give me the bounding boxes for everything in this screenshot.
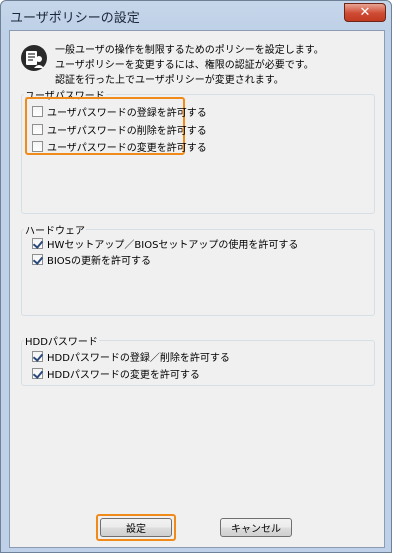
checkbox-label: BIOSの更新を許可する — [47, 256, 152, 267]
checkbox-label: HDDパスワードの変更を許可する — [47, 370, 200, 381]
close-icon: ✕ — [359, 5, 371, 20]
checkbox-allow-hw-bios-setup[interactable] — [32, 238, 43, 249]
checkbox-label: ユーザパスワードの登録を許可する — [47, 108, 207, 119]
close-button[interactable]: ✕ — [344, 3, 386, 22]
description-line-3: 認証を行った上でユーザポリシーが変更されます。 — [55, 75, 284, 86]
description-line-1: 一般ユーザの操作を制限するためのポリシーを設定します。 — [55, 45, 324, 56]
checkbox-row-allow-user-password-register[interactable]: ユーザパスワードの登録を許可する — [32, 104, 207, 119]
checkbox-allow-user-password-change[interactable] — [32, 141, 43, 152]
checkbox-allow-user-password-delete[interactable] — [32, 124, 43, 135]
checkbox-allow-bios-update[interactable] — [32, 254, 43, 265]
checkbox-row-allow-hdd-password-change[interactable]: HDDパスワードの変更を許可する — [32, 366, 200, 381]
checkbox-label: ユーザパスワードの変更を許可する — [47, 143, 207, 154]
group-label-hardware: ハードウェア — [24, 222, 86, 237]
user-policy-icon — [21, 45, 47, 71]
title-bar[interactable]: ユーザポリシーの設定 ✕ — [1, 1, 393, 31]
checkbox-allow-hdd-password-register-delete[interactable] — [32, 351, 43, 362]
checkbox-row-allow-user-password-change[interactable]: ユーザパスワードの変更を許可する — [32, 139, 207, 154]
checkbox-row-allow-hdd-password-register-delete[interactable]: HDDパスワードの登録／削除を許可する — [32, 349, 230, 364]
window-title: ユーザポリシーの設定 — [10, 11, 140, 26]
settings-ok-button[interactable]: 設定 — [100, 518, 172, 537]
checkbox-row-allow-bios-update[interactable]: BIOSの更新を許可する — [32, 252, 151, 267]
policy-description: 一般ユーザの操作を制限するためのポリシーを設定します。 ユーザポリシーを変更する… — [55, 43, 324, 88]
description-line-2: ユーザポリシーを変更するには、権限の認証が必要です。 — [55, 60, 314, 71]
group-label-hdd-password: HDDパスワード — [24, 333, 99, 348]
checkbox-allow-user-password-register[interactable] — [32, 106, 43, 117]
cancel-button[interactable]: キャンセル — [220, 518, 292, 537]
checkbox-row-allow-hw-bios-setup[interactable]: HWセットアップ／BIOSセットアップの使用を許可する — [32, 236, 298, 251]
checkbox-label: HWセットアップ／BIOSセットアップの使用を許可する — [47, 240, 299, 251]
checkbox-row-allow-user-password-delete[interactable]: ユーザパスワードの削除を許可する — [32, 122, 207, 137]
checkbox-label: HDDパスワードの登録／削除を許可する — [47, 353, 230, 364]
checkbox-label: ユーザパスワードの削除を許可する — [47, 126, 207, 137]
checkbox-allow-hdd-password-change[interactable] — [32, 368, 43, 379]
